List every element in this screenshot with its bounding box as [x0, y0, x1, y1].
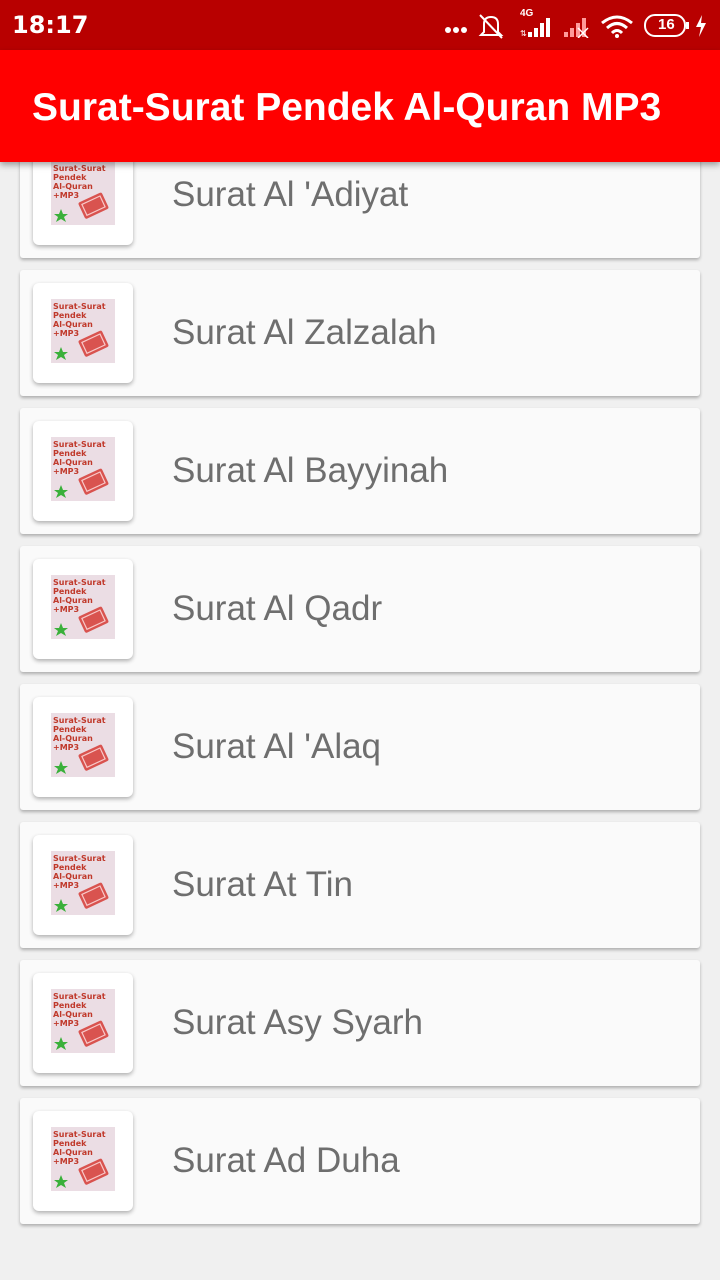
svg-text:Pendek: Pendek [53, 173, 87, 182]
quran-book-icon: Surat-SuratPendekAl-Quran+MP3 [51, 162, 115, 225]
surah-thumbnail: Surat-Surat Pendek Al-Quran +MP3 [33, 697, 133, 797]
surah-thumbnail: Surat-Surat Pendek Al-Quran +MP3 [33, 835, 133, 935]
svg-text:Pendek: Pendek [53, 1139, 87, 1148]
svg-text:Al-Quran: Al-Quran [53, 458, 93, 467]
quran-book-icon: Surat-SuratPendekAl-Quran+MP3 [51, 989, 115, 1053]
status-bar: 18:17 4G ⇅ 16 [0, 0, 720, 50]
surah-list[interactable]: Surat-Surat Pendek Al-Quran +MP3 Surat Al 'A… [0, 162, 720, 1280]
list-item[interactable]: Surat-Surat Pendek Al-Quran +MP3 Surat Al Za… [20, 270, 700, 396]
svg-text:+MP3: +MP3 [53, 605, 79, 614]
svg-text:Surat-Surat: Surat-Surat [53, 992, 106, 1001]
surah-thumbnail: Surat-Surat Pendek Al-Quran +MP3 [33, 559, 133, 659]
svg-text:Surat-Surat: Surat-Surat [53, 854, 106, 863]
svg-text:Al-Quran: Al-Quran [53, 596, 93, 605]
quran-book-icon: Surat-SuratPendekAl-Quran+MP3 [51, 713, 115, 777]
list-item[interactable]: Surat-Surat Pendek Al-Quran +MP3 Surat Al 'A… [20, 162, 700, 258]
quran-book-icon: Surat-SuratPendekAl-Quran+MP3 [51, 575, 115, 639]
list-item-label: Surat Asy Syarh [172, 1003, 423, 1042]
status-time: 18:17 [12, 11, 89, 39]
status-icons: 4G ⇅ 16 [432, 8, 712, 45]
list-item-label: Surat Al Bayyinah [172, 451, 449, 490]
svg-text:Surat-Surat: Surat-Surat [53, 716, 106, 725]
list-item[interactable]: Surat-Surat Pendek Al-Quran +MP3 Surat Al Ba… [20, 408, 700, 534]
list-item-label: Surat Al 'Adiyat [172, 175, 409, 214]
svg-text:Al-Quran: Al-Quran [53, 1148, 93, 1157]
svg-text:Al-Quran: Al-Quran [53, 182, 93, 191]
svg-text:+MP3: +MP3 [53, 467, 79, 476]
svg-text:Surat-Surat: Surat-Surat [53, 1130, 106, 1139]
signal-empty-icon [562, 16, 592, 43]
svg-text:Pendek: Pendek [53, 587, 87, 596]
list-item[interactable]: Surat-Surat Pendek Al-Quran +MP3 Surat Asy S… [20, 960, 700, 1086]
svg-text:Al-Quran: Al-Quran [53, 1010, 93, 1019]
svg-text:Pendek: Pendek [53, 311, 87, 320]
svg-text:+MP3: +MP3 [53, 191, 79, 200]
signal-icon: ⇅ [520, 16, 554, 43]
quran-book-icon: Surat-SuratPendekAl-Quran+MP3 [51, 299, 115, 363]
battery-level: 16 [658, 16, 675, 33]
svg-text:Pendek: Pendek [53, 863, 87, 872]
list-item-label: Surat Al Zalzalah [172, 313, 437, 352]
list-item-label: Surat At Tin [172, 865, 353, 904]
mute-bell-icon [478, 12, 504, 45]
charging-icon [694, 14, 708, 43]
svg-text:Pendek: Pendek [53, 1001, 87, 1010]
app-title: Surat-Surat Pendek Al-Quran MP3 [32, 86, 662, 129]
wifi-icon [600, 14, 634, 43]
svg-text:Surat-Surat: Surat-Surat [53, 578, 106, 587]
svg-text:Al-Quran: Al-Quran [53, 320, 93, 329]
svg-text:Al-Quran: Al-Quran [53, 734, 93, 743]
svg-text:+MP3: +MP3 [53, 1157, 79, 1166]
surah-thumbnail: Surat-Surat Pendek Al-Quran +MP3 [33, 421, 133, 521]
svg-text:Pendek: Pendek [53, 725, 87, 734]
svg-text:Surat-Surat: Surat-Surat [53, 440, 106, 449]
quran-book-icon: Surat-SuratPendekAl-Quran+MP3 [51, 1127, 115, 1191]
svg-text:Surat-Surat: Surat-Surat [53, 302, 106, 311]
list-item[interactable]: Surat-Surat Pendek Al-Quran +MP3 Surat At Ti… [20, 822, 700, 948]
svg-text:+MP3: +MP3 [53, 1019, 79, 1028]
surah-thumbnail: Surat-Surat Pendek Al-Quran +MP3 [33, 973, 133, 1073]
list-item[interactable]: Surat-Surat Pendek Al-Quran +MP3 Surat Al 'A… [20, 684, 700, 810]
svg-text:Surat-Surat: Surat-Surat [53, 164, 106, 173]
surah-thumbnail: Surat-Surat Pendek Al-Quran +MP3 [33, 162, 133, 245]
svg-text:+MP3: +MP3 [53, 881, 79, 890]
app-bar: Surat-Surat Pendek Al-Quran MP3 [0, 50, 720, 162]
svg-text:⇅: ⇅ [520, 29, 527, 38]
dots-icon [444, 16, 470, 41]
quran-book-icon: Surat-SuratPendekAl-Quran+MP3 [51, 851, 115, 915]
list-item-label: Surat Al 'Alaq [172, 727, 382, 766]
svg-text:+MP3: +MP3 [53, 743, 79, 752]
surah-thumbnail: Surat-Surat Pendek Al-Quran +MP3 [33, 1111, 133, 1211]
svg-text:Pendek: Pendek [53, 449, 87, 458]
list-item-label: Surat Ad Duha [172, 1141, 400, 1180]
list-item-label: Surat Al Qadr [172, 589, 383, 628]
quran-book-icon: Surat-SuratPendekAl-Quran+MP3 [51, 437, 115, 501]
svg-text:+MP3: +MP3 [53, 329, 79, 338]
svg-text:Al-Quran: Al-Quran [53, 872, 93, 881]
list-item[interactable]: Surat-Surat Pendek Al-Quran +MP3 Surat Ad Du… [20, 1098, 700, 1224]
surah-thumbnail: Surat-Surat Pendek Al-Quran +MP3 [33, 283, 133, 383]
list-item[interactable]: Surat-Surat Pendek Al-Quran +MP3 Surat Al Qa… [20, 546, 700, 672]
